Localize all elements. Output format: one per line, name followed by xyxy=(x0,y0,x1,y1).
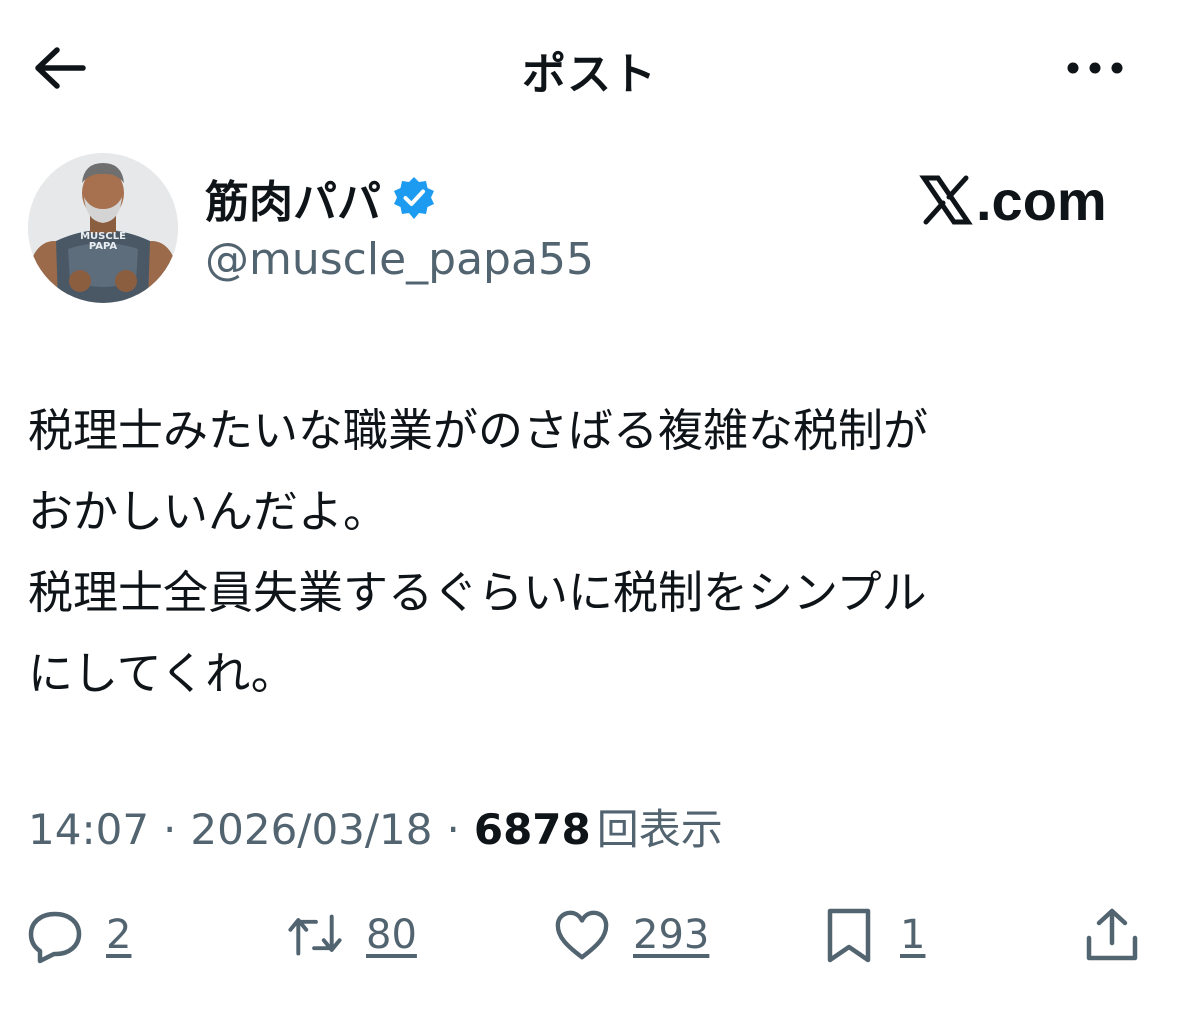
action-bar: 2 80 293 1 xyxy=(0,895,1179,975)
author-name-row: 筋肉パパ xyxy=(205,168,437,228)
retweet-count[interactable]: 80 xyxy=(366,912,417,958)
avatar-image: MUSCLE PAPA xyxy=(28,153,178,303)
display-name[interactable]: 筋肉パパ xyxy=(205,166,381,230)
x-com-watermark: .com xyxy=(918,168,1107,232)
x-logo-icon xyxy=(919,175,973,225)
share-icon xyxy=(1086,908,1138,961)
retweet-icon xyxy=(288,914,342,956)
more-options-button[interactable] xyxy=(1060,48,1130,88)
top-bar: ポスト xyxy=(0,0,1179,130)
reply-count[interactable]: 2 xyxy=(106,912,131,958)
author-handle[interactable]: @muscle_papa55 xyxy=(205,234,594,285)
heart-icon xyxy=(555,910,609,960)
share-button[interactable] xyxy=(1083,895,1141,975)
tweet-meta: 14:07 · 2026/03/18 · 6878 回表示 xyxy=(28,796,723,857)
tweet-time[interactable]: 14:07 xyxy=(28,805,149,854)
like-button[interactable]: 293 xyxy=(553,895,709,975)
bookmark-icon xyxy=(827,908,871,963)
retweet-button[interactable]: 80 xyxy=(286,895,417,975)
tweet-date[interactable]: 2026/03/18 xyxy=(190,805,432,854)
views-count[interactable]: 6878 xyxy=(474,805,591,854)
reply-icon xyxy=(28,911,82,964)
avatar[interactable]: MUSCLE PAPA xyxy=(28,153,178,303)
watermark-text: .com xyxy=(976,168,1107,232)
meta-separator: · xyxy=(163,805,177,854)
like-count[interactable]: 293 xyxy=(633,912,709,958)
bookmark-count[interactable]: 1 xyxy=(900,912,925,958)
reply-button[interactable]: 2 xyxy=(26,895,131,975)
views-label: 回表示 xyxy=(596,805,723,854)
tweet-text: 税理士みたいな職業がのさばる複雑な税制が おかしいんだよ。 税理士全員失業するぐ… xyxy=(28,404,929,700)
page-title: ポスト xyxy=(522,49,657,100)
verified-badge-icon xyxy=(394,177,434,219)
more-horizontal-icon xyxy=(1067,62,1123,74)
meta-separator: · xyxy=(446,805,460,854)
bookmark-button[interactable]: 1 xyxy=(820,895,925,975)
svg-text:PAPA: PAPA xyxy=(89,241,118,252)
